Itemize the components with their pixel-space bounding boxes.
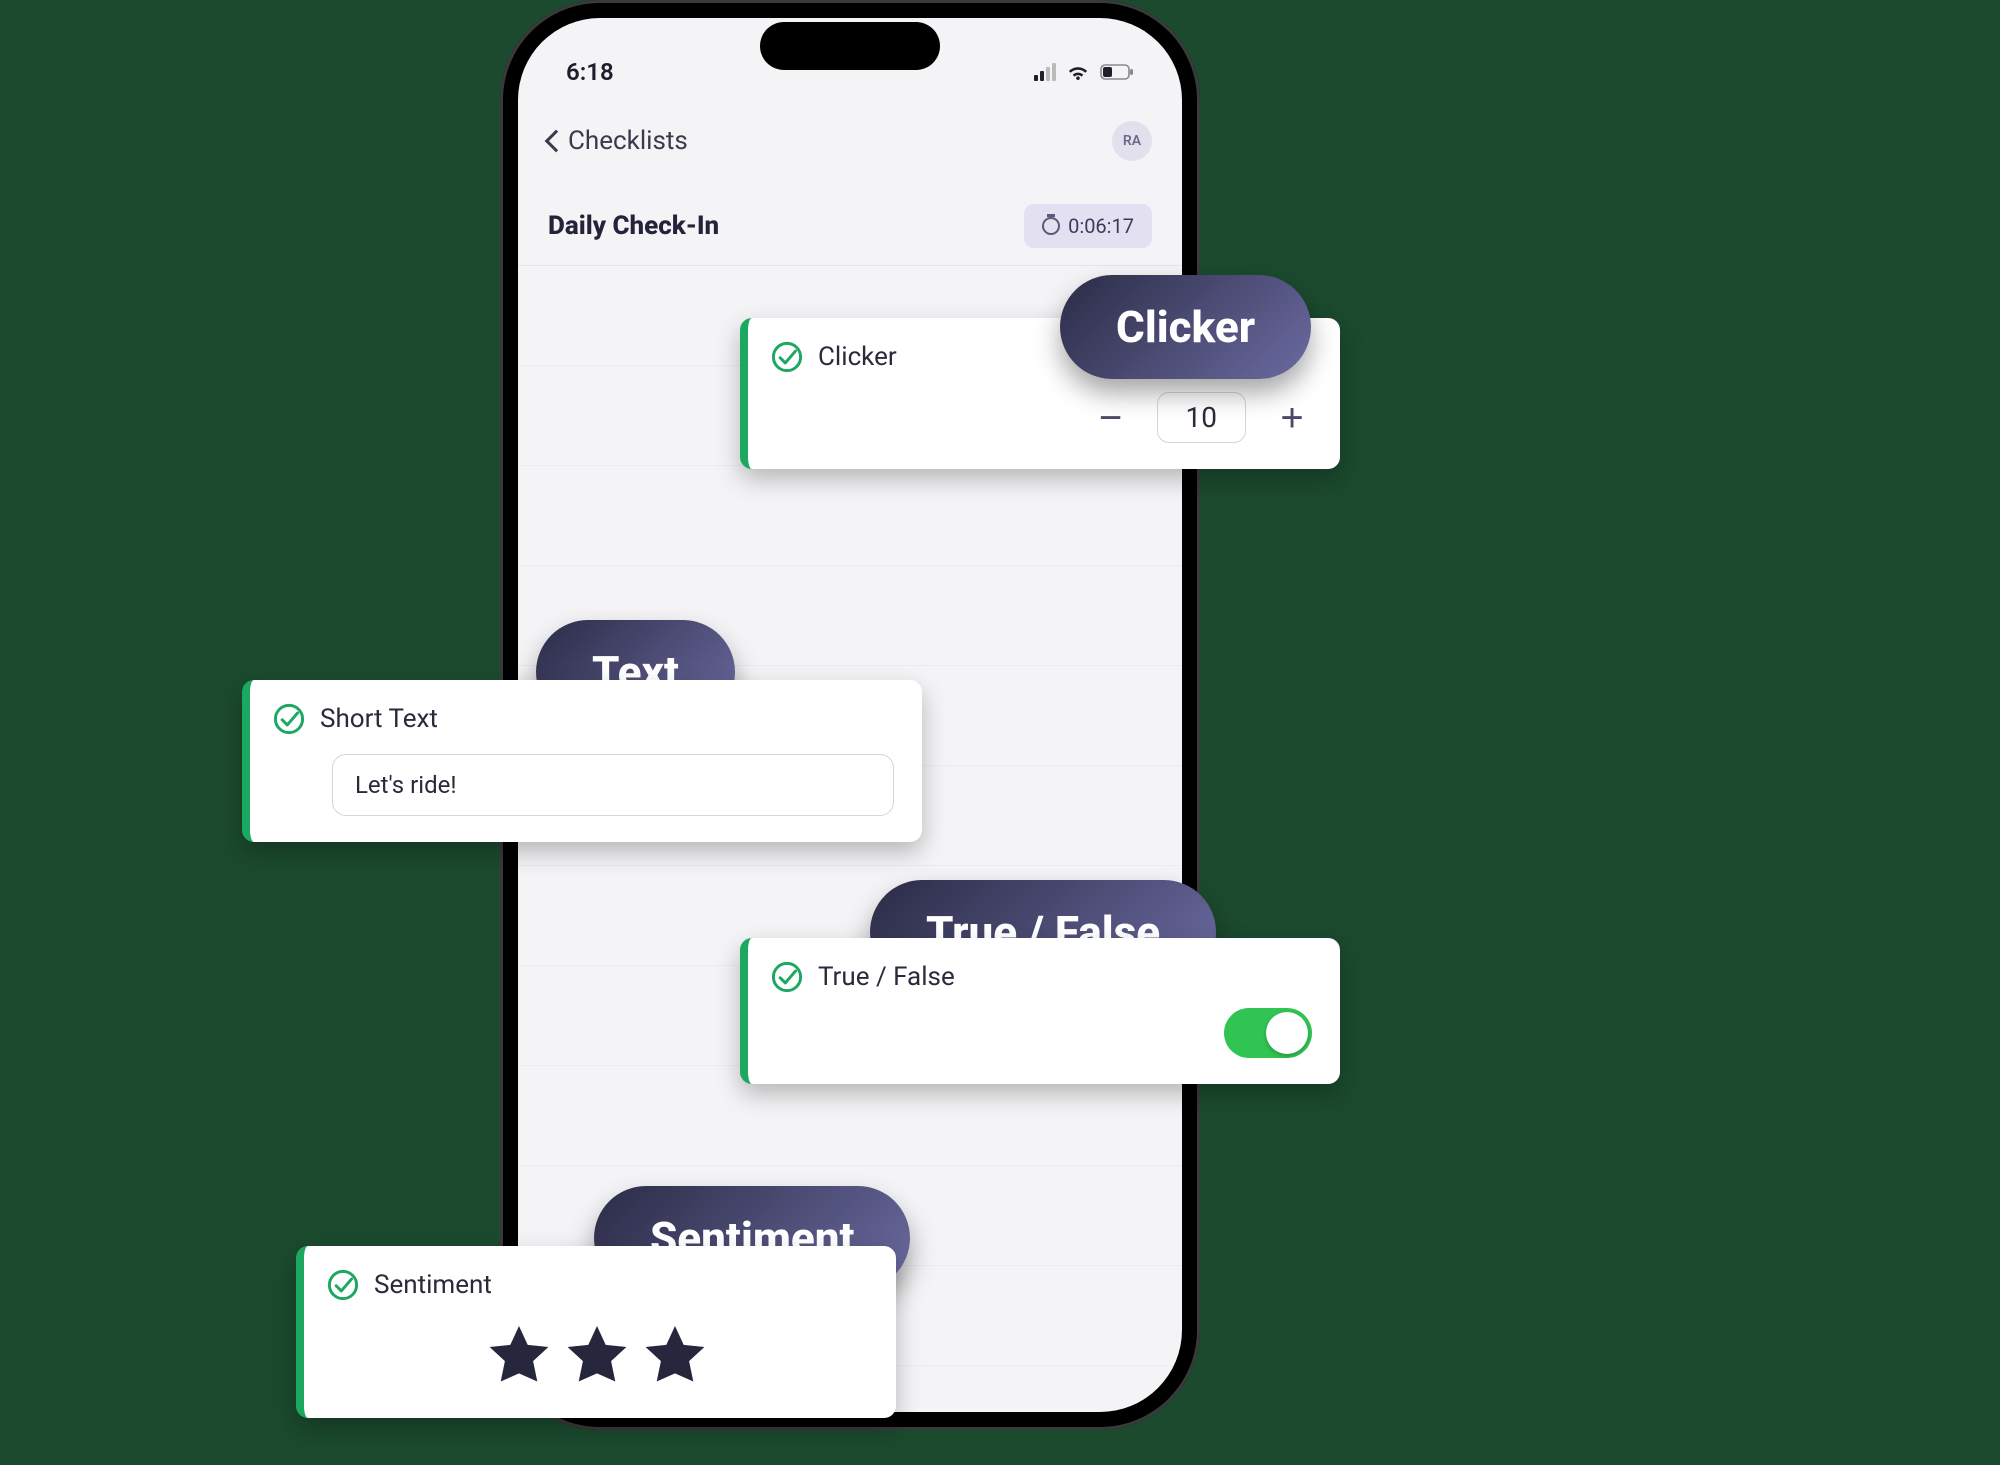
short-text-label: Short Text [320, 704, 438, 734]
back-label: Checklists [568, 126, 688, 156]
avatar[interactable]: RA [1112, 121, 1152, 161]
check-icon [770, 340, 804, 374]
stopwatch-icon [1042, 217, 1060, 235]
check-icon [770, 960, 804, 994]
avatar-initials: RA [1123, 133, 1141, 149]
increment-button[interactable]: + [1272, 398, 1312, 438]
truefalse-toggle[interactable] [1224, 1008, 1312, 1058]
page-title: Daily Check-In [548, 211, 719, 241]
title-row: Daily Check-In 0:06:17 [518, 186, 1182, 266]
sentiment-label: Sentiment [374, 1270, 492, 1300]
timer-value: 0:06:17 [1068, 214, 1134, 238]
status-time: 6:18 [566, 58, 614, 86]
check-icon [272, 702, 306, 736]
back-button[interactable]: Checklists [548, 126, 688, 156]
truefalse-label: True / False [818, 962, 955, 992]
chevron-left-icon [545, 130, 568, 153]
pill-clicker: Clicker [1060, 275, 1311, 379]
short-text-input[interactable]: Let's ride! [332, 754, 894, 816]
star-icon[interactable] [483, 1320, 555, 1392]
nav-bar: Checklists RA [518, 106, 1182, 176]
truefalse-card: True / False [740, 938, 1340, 1084]
timer-chip[interactable]: 0:06:17 [1024, 204, 1152, 248]
text-card: Short Text Let's ride! [242, 680, 922, 842]
sentiment-card: Sentiment [296, 1246, 896, 1418]
notch [760, 22, 940, 70]
cellular-signal-icon [1034, 63, 1056, 81]
decrement-button[interactable]: − [1091, 398, 1131, 438]
star-icon[interactable] [561, 1320, 633, 1392]
check-icon [326, 1268, 360, 1302]
clicker-value: 10 [1157, 392, 1246, 443]
wifi-icon [1066, 63, 1090, 81]
battery-icon [1100, 64, 1134, 80]
star-icon[interactable] [639, 1320, 711, 1392]
clicker-card-label: Clicker [818, 342, 897, 372]
